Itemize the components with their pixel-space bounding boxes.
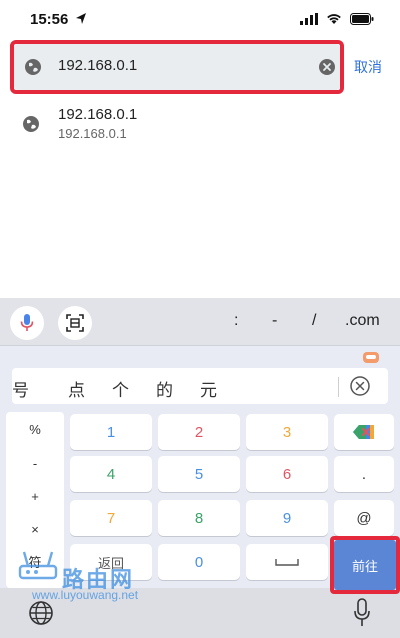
search-input-text[interactable]: 192.168.0.1 [58, 57, 137, 74]
voice-input-button[interactable] [10, 306, 44, 340]
digit-key-2[interactable]: 2 [158, 414, 240, 450]
microphone-icon [20, 314, 34, 331]
digit-key-3[interactable]: 3 [246, 414, 328, 450]
location-arrow-icon [76, 13, 86, 24]
suggestion-title: 192.168.0.1 [58, 106, 138, 123]
space-icon [275, 559, 299, 566]
close-candidates-icon[interactable] [348, 374, 372, 398]
battery-icon [350, 13, 374, 25]
digit-key-9[interactable]: 9 [246, 500, 328, 536]
status-icons [300, 13, 374, 25]
space-key[interactable] [246, 544, 328, 580]
go-button[interactable]: 前往 [334, 540, 396, 590]
ime-candidate-area: 号 点 个 的 元 [0, 346, 400, 412]
candidate-item[interactable]: 的 [156, 376, 173, 401]
candidate-item[interactable]: 点 [68, 376, 85, 401]
backspace-key[interactable] [334, 414, 394, 450]
scan-icon [66, 314, 84, 332]
digit-key-7[interactable]: 7 [70, 500, 152, 536]
globe-icon [25, 59, 41, 75]
candidate-item[interactable]: 个 [112, 376, 129, 401]
dotcom-key[interactable]: .com [345, 312, 380, 330]
router-logo-icon [18, 551, 58, 580]
digit-key-4[interactable]: 4 [70, 456, 152, 492]
search-row: 192.168.0.1 取消 [0, 38, 400, 94]
candidate-item[interactable]: 元 [200, 376, 217, 401]
period-key[interactable]: . [334, 456, 394, 492]
status-bar: 15:56 [0, 0, 400, 36]
at-key[interactable]: @ [334, 500, 394, 536]
keyboard-toolbar: : - / .com [0, 298, 400, 346]
cellular-signal-icon [300, 13, 318, 25]
candidate-divider [338, 377, 339, 397]
symbol-key[interactable]: × [6, 522, 64, 537]
symbol-key[interactable]: - [6, 456, 64, 471]
dash-key[interactable]: - [272, 312, 277, 330]
symbol-key[interactable]: % [6, 422, 64, 437]
digit-key-0[interactable]: 0 [158, 544, 240, 580]
wifi-icon [327, 14, 341, 24]
watermark: 路由网 www.luyouwang.net [14, 548, 164, 608]
colon-key[interactable]: : [234, 312, 238, 330]
digit-key-1[interactable]: 1 [70, 414, 152, 450]
url-search-field[interactable]: 192.168.0.1 [14, 44, 340, 90]
suggestion-subtitle: 192.168.0.1 [58, 126, 127, 141]
globe-icon [23, 116, 39, 132]
candidate-bar: 号 点 个 的 元 [12, 368, 388, 404]
clear-icon[interactable] [318, 58, 336, 76]
symbol-key[interactable]: + [6, 489, 64, 504]
watermark-url: www.luyouwang.net [32, 588, 139, 602]
digit-key-8[interactable]: 8 [158, 500, 240, 536]
candidate-item[interactable]: 号 [12, 376, 29, 401]
cancel-button[interactable]: 取消 [354, 57, 382, 77]
ime-mascot-icon [363, 352, 379, 363]
suggestion-item[interactable]: 192.168.0.1 192.168.0.1 [0, 104, 400, 146]
slash-key[interactable]: / [312, 312, 316, 330]
backspace-icon [353, 425, 374, 439]
digit-key-6[interactable]: 6 [246, 456, 328, 492]
digit-key-5[interactable]: 5 [158, 456, 240, 492]
status-time: 15:56 [30, 11, 69, 28]
scan-text-button[interactable] [58, 306, 92, 340]
microphone-icon[interactable] [354, 598, 370, 628]
